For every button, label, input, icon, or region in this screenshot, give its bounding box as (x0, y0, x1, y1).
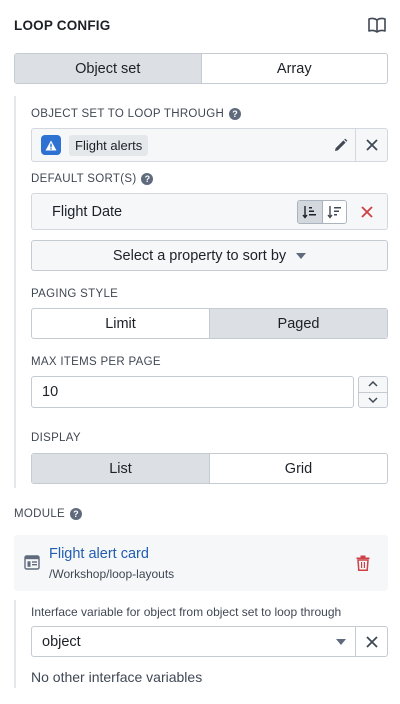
max-items-stepper (358, 376, 388, 408)
help-icon[interactable]: ? (70, 508, 83, 520)
decrement-icon[interactable] (359, 391, 387, 408)
module-label: MODULE ? (14, 508, 83, 520)
book-icon[interactable] (366, 14, 388, 36)
interface-variable-value[interactable]: object (42, 634, 327, 650)
sort-row: Flight Date (31, 193, 388, 230)
paging-limit-option[interactable]: Limit (32, 309, 209, 338)
caret-down-icon (296, 252, 307, 259)
edit-icon[interactable] (325, 129, 355, 161)
caret-down-icon[interactable] (327, 627, 355, 656)
object-set-field: Flight alerts (31, 128, 388, 162)
add-sort-placeholder: Select a property to sort by (112, 247, 287, 264)
loop-type-array-option[interactable]: Array (200, 54, 388, 83)
default-sort-label: DEFAULT SORT(S) ? (31, 173, 154, 185)
add-sort-select[interactable]: Select a property to sort by (31, 240, 388, 271)
module-name-link[interactable]: Flight alert card (49, 546, 149, 562)
help-icon[interactable]: ? (229, 108, 242, 120)
paging-style-toggle: Limit Paged (31, 308, 388, 339)
sort-property-name: Flight Date (52, 203, 123, 220)
interface-variable-label: Interface variable for object from objec… (31, 605, 342, 619)
object-set-label: OBJECT SET TO LOOP THROUGH ? (31, 108, 242, 120)
loop-type-object-set-option[interactable]: Object set (15, 54, 201, 83)
object-set-tag: Flight alerts (69, 134, 149, 156)
loop-type-toggle: Object set Array (14, 53, 388, 84)
module-path: /Workshop/loop-layouts (49, 567, 175, 581)
sort-descending-icon[interactable] (322, 200, 346, 223)
module-card: Flight alert card /Workshop/loop-layouts (14, 535, 388, 591)
display-grid-option[interactable]: Grid (209, 454, 387, 483)
paging-style-label: PAGING STYLE (31, 288, 119, 300)
display-label: DISPLAY (31, 432, 81, 444)
warning-icon (41, 135, 61, 155)
panel-header: LOOP CONFIG (14, 14, 388, 36)
remove-sort-icon[interactable] (347, 194, 387, 229)
section-divider (14, 96, 16, 488)
increment-icon[interactable] (359, 377, 387, 392)
module-layout-icon (24, 555, 40, 573)
clear-interface-variable-icon[interactable] (356, 627, 387, 656)
section-divider (14, 600, 16, 688)
panel-title: LOOP CONFIG (14, 17, 111, 33)
delete-module-icon[interactable] (348, 550, 378, 576)
display-list-option[interactable]: List (32, 454, 209, 483)
display-toggle: List Grid (31, 453, 388, 484)
help-icon[interactable]: ? (141, 173, 154, 185)
max-items-label: MAX ITEMS PER PAGE (31, 356, 161, 368)
sort-direction-toggle (297, 199, 347, 224)
interface-variable-select: object (31, 626, 388, 657)
sort-ascending-icon[interactable] (298, 200, 322, 223)
paging-paged-option[interactable]: Paged (209, 309, 387, 338)
no-interface-variables-note: No other interface variables (31, 669, 203, 685)
clear-object-set-icon[interactable] (356, 129, 387, 161)
max-items-input[interactable]: 10 (31, 376, 354, 408)
